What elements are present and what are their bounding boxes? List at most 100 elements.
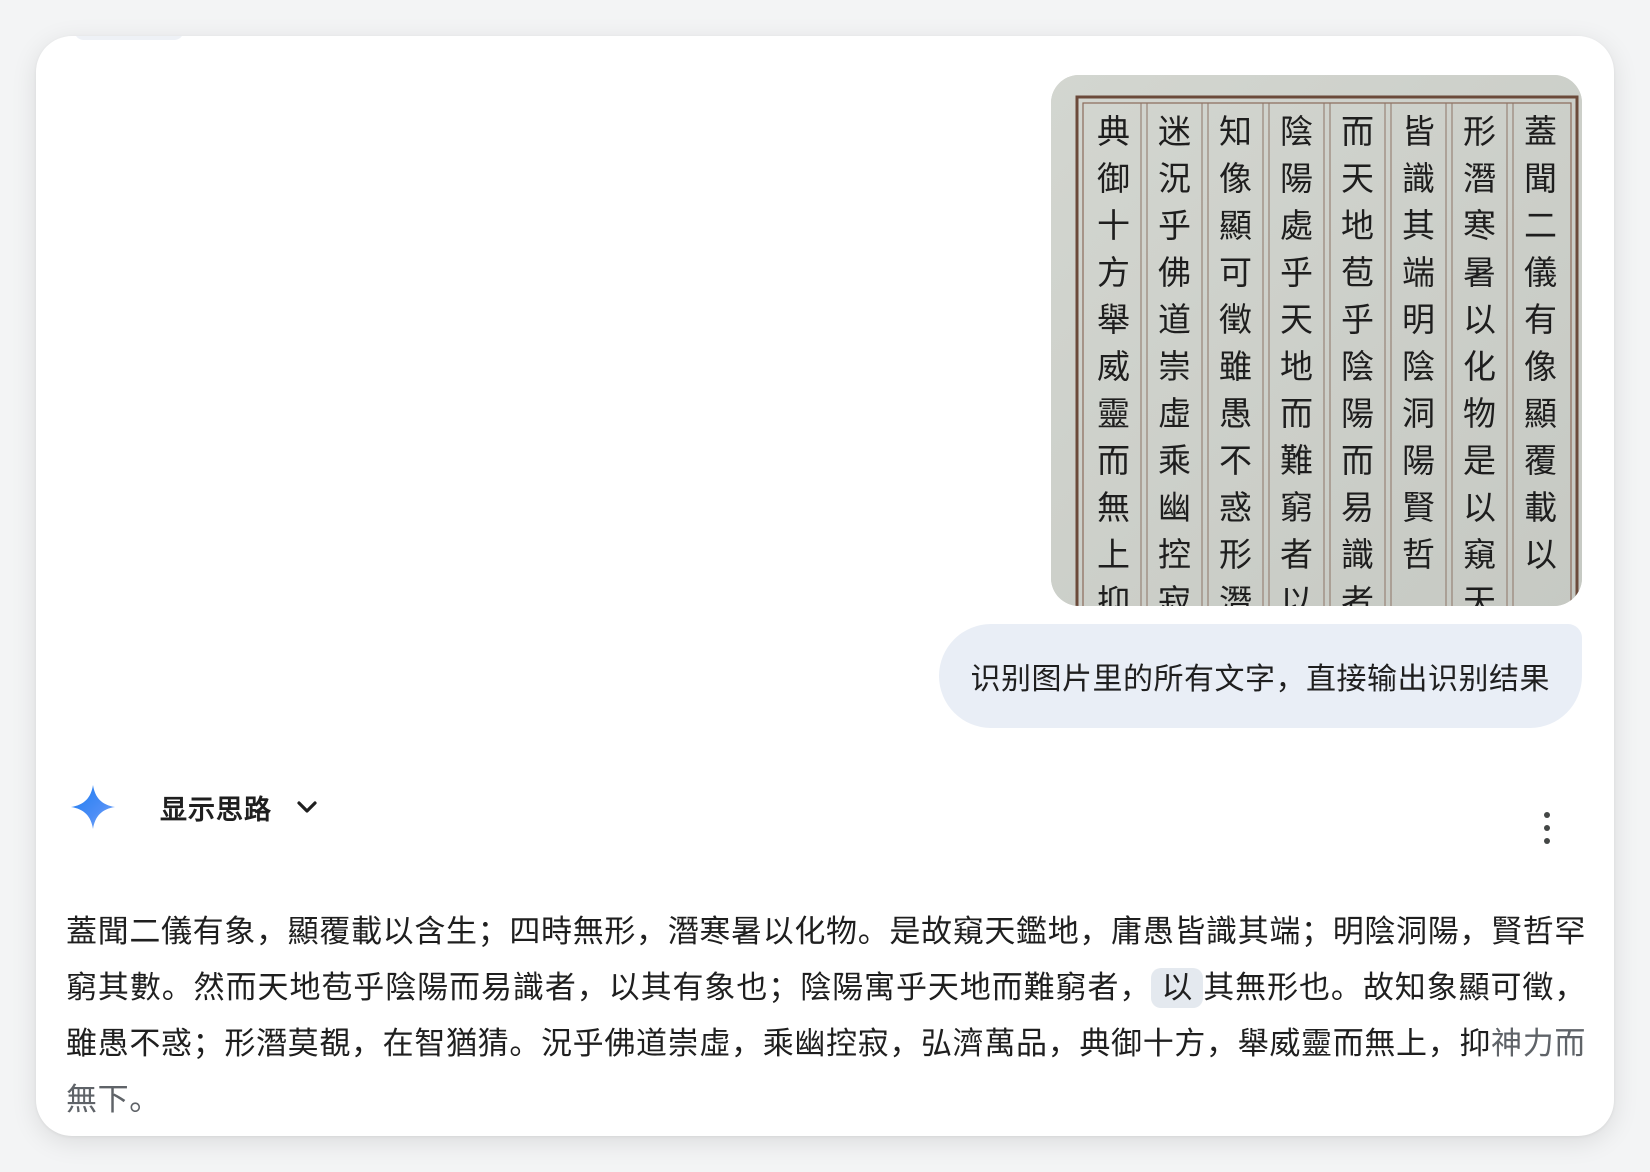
- calligraphy-char: 陰: [1402, 347, 1435, 386]
- calligraphy-char: 知: [1219, 112, 1252, 151]
- calligraphy-char: 顯: [1219, 206, 1252, 245]
- calligraphy-char: 上: [1097, 535, 1130, 574]
- calligraphy-char: 徵: [1219, 300, 1252, 339]
- scroll-fade: [74, 36, 184, 40]
- calligraphy-char: 識: [1341, 535, 1374, 574]
- calligraphy-char: 易: [1341, 488, 1374, 527]
- calligraphy-char: 陽: [1402, 441, 1435, 480]
- calligraphy-char: 不: [1219, 441, 1252, 480]
- calligraphy-char: 像: [1219, 159, 1252, 198]
- calligraphy-char: 十: [1097, 206, 1130, 245]
- calligraphy-char: 潛: [1219, 582, 1252, 606]
- user-prompt-text: 识别图片里的所有文字，直接输出识别结果: [970, 662, 1550, 697]
- user-prompt-bubble: 识别图片里的所有文字，直接输出识别结果: [938, 624, 1582, 728]
- calligraphy-char: 而: [1097, 441, 1130, 480]
- calligraphy-char: 惑: [1219, 488, 1252, 527]
- calligraphy-char: 而: [1280, 394, 1313, 433]
- calligraphy-char: 以: [1463, 488, 1496, 527]
- calligraphy-char: 天: [1463, 582, 1496, 606]
- calligraphy-char: 可: [1219, 253, 1252, 292]
- calligraphy-char: 儀: [1524, 253, 1557, 292]
- calligraphy-char: 洞: [1402, 394, 1435, 433]
- calligraphy-char: 以: [1463, 300, 1496, 339]
- more-options-icon[interactable]: [1540, 812, 1554, 844]
- calligraphy-char: 地: [1341, 206, 1374, 245]
- calligraphy-char: 地: [1280, 347, 1313, 386]
- calligraphy-char: 皆: [1402, 112, 1435, 151]
- calligraphy-char: 像: [1524, 347, 1557, 386]
- calligraphy-char: 窮: [1280, 488, 1313, 527]
- calligraphy-char: 迷: [1158, 112, 1191, 151]
- calligraphy-char: 二: [1524, 206, 1557, 245]
- calligraphy-char: 窺: [1463, 535, 1496, 574]
- calligraphy-char: 物: [1463, 394, 1496, 433]
- calligraphy-char: 愚: [1219, 394, 1252, 433]
- calligraphy-char: 苞: [1341, 253, 1374, 292]
- calligraphy-char: 抑: [1097, 582, 1130, 606]
- calligraphy-char: 道: [1158, 300, 1191, 339]
- calligraphy-char: 乘: [1158, 441, 1191, 480]
- calligraphy-char: 況: [1158, 159, 1191, 198]
- calligraphy-char: 天: [1341, 159, 1374, 198]
- calligraphy-char: 控: [1158, 535, 1191, 574]
- calligraphy-char: 蓋: [1524, 112, 1557, 151]
- calligraphy-char: 識: [1402, 159, 1435, 198]
- calligraphy-char: 以: [1280, 582, 1313, 606]
- calligraphy-char: 是: [1463, 441, 1496, 480]
- calligraphy-char: 陽: [1280, 159, 1313, 198]
- calligraphy-char: 而: [1341, 441, 1374, 480]
- calligraphy-char: 潛: [1463, 159, 1496, 198]
- calligraphy-char: 乎: [1341, 300, 1374, 339]
- calligraphy-char: 聞: [1524, 159, 1557, 198]
- gemini-sparkle-icon: [71, 785, 115, 829]
- calligraphy-char: 乎: [1158, 206, 1191, 245]
- calligraphy-char: 陰: [1280, 112, 1313, 151]
- calligraphy-char: 舉: [1097, 300, 1130, 339]
- calligraphy-char: 明: [1402, 300, 1435, 339]
- calligraphy-char: 乎: [1280, 253, 1313, 292]
- calligraphy-char: 賢: [1402, 488, 1435, 527]
- calligraphy-char: 方: [1097, 253, 1130, 292]
- calligraphy-char: 幽: [1158, 488, 1191, 527]
- calligraphy-char: 以: [1524, 535, 1557, 574]
- show-thinking-label: 显示思路: [160, 794, 272, 826]
- calligraphy-char: 形: [1219, 535, 1252, 574]
- calligraphy-char: 難: [1280, 441, 1313, 480]
- calligraphy-char: 雖: [1219, 347, 1252, 386]
- calligraphy-char: 崇: [1158, 347, 1191, 386]
- uploaded-calligraphy-image[interactable]: 蓋聞二儀有像顯覆載以形潛寒暑以化物是以窺天皆識其端明陰洞陽賢哲而天地苞乎陰陽而易…: [1051, 75, 1582, 606]
- calligraphy-char: 哲: [1402, 535, 1435, 574]
- show-thinking-toggle[interactable]: 显示思路: [160, 788, 320, 827]
- calligraphy-char: 載: [1524, 488, 1557, 527]
- calligraphy-char: 典: [1097, 112, 1130, 151]
- calligraphy-char: 化: [1463, 347, 1496, 386]
- calligraphy-char: 者: [1341, 582, 1374, 606]
- calligraphy-char: 覆: [1524, 441, 1557, 480]
- calligraphy-char: 形: [1463, 112, 1496, 151]
- calligraphy-char: 寂: [1158, 582, 1191, 606]
- calligraphy-char: 御: [1097, 159, 1130, 198]
- calligraphy-char: 陽: [1341, 394, 1374, 433]
- calligraphy-photo: 蓋聞二儀有像顯覆載以形潛寒暑以化物是以窺天皆識其端明陰洞陽賢哲而天地苞乎陰陽而易…: [1051, 75, 1582, 606]
- calligraphy-char: 寒: [1463, 206, 1496, 245]
- calligraphy-char: 處: [1280, 206, 1313, 245]
- calligraphy-char: 者: [1280, 535, 1313, 574]
- answer-highlight[interactable]: 以: [1151, 968, 1204, 1008]
- calligraphy-char: 端: [1402, 253, 1435, 292]
- calligraphy-char: 靈: [1097, 394, 1130, 433]
- response-answer-text: 蓋聞二儀有象，顯覆載以含生；四時無形，潛寒暑以化物。是故窺天鑑地，庸愚皆識其端；…: [66, 904, 1586, 1128]
- calligraphy-char: 其: [1402, 206, 1435, 245]
- chevron-down-icon: [297, 801, 317, 813]
- calligraphy-char: 無: [1097, 488, 1130, 527]
- calligraphy-char: 暑: [1463, 253, 1496, 292]
- calligraphy-char: 虛: [1158, 394, 1191, 433]
- calligraphy-char: 陰: [1341, 347, 1374, 386]
- calligraphy-char: 有: [1524, 300, 1557, 339]
- calligraphy-char: 佛: [1158, 253, 1191, 292]
- chat-card: 蓋聞二儀有像顯覆載以形潛寒暑以化物是以窺天皆識其端明陰洞陽賢哲而天地苞乎陰陽而易…: [36, 36, 1614, 1136]
- calligraphy-char: 而: [1341, 112, 1374, 151]
- calligraphy-char: 天: [1280, 300, 1313, 339]
- calligraphy-char: 顯: [1524, 394, 1557, 433]
- response-header: 显示思路: [70, 784, 320, 830]
- calligraphy-char: 威: [1097, 347, 1130, 386]
